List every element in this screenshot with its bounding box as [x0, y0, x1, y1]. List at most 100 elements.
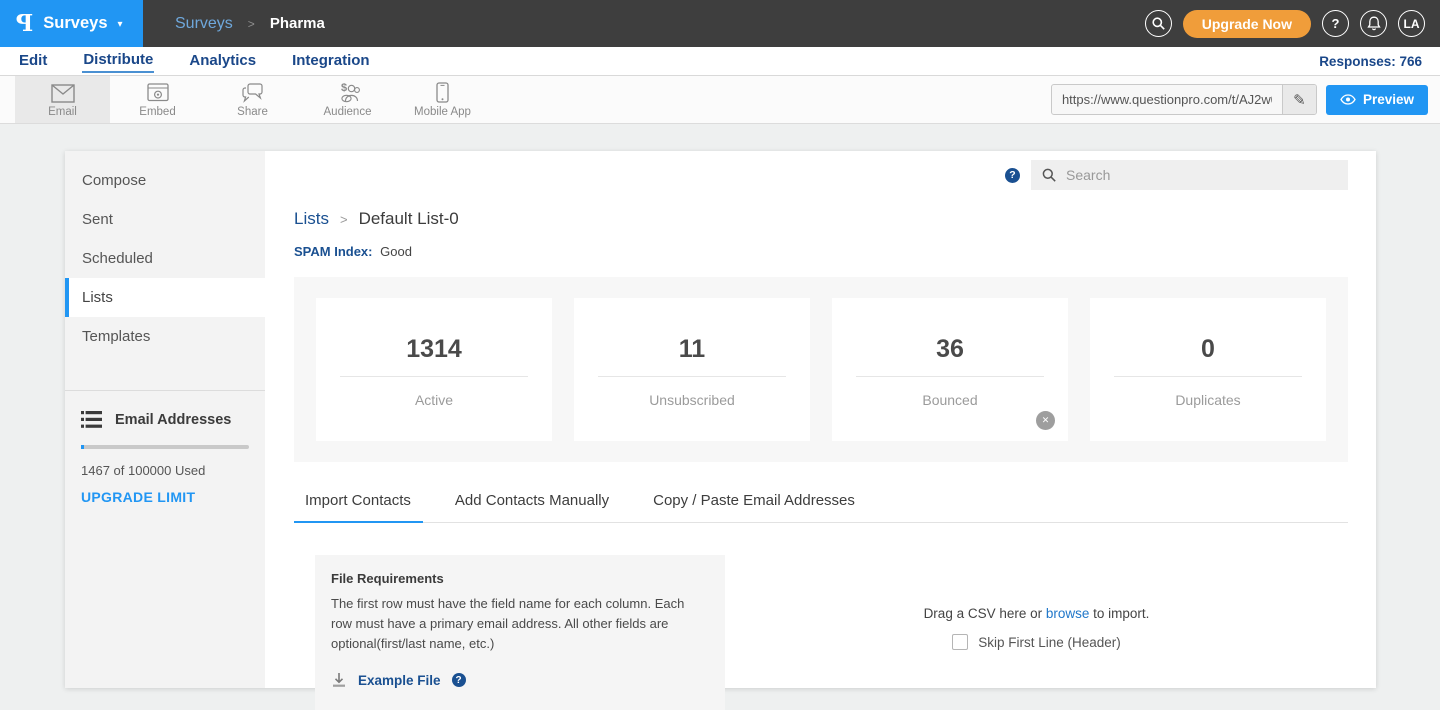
stat-card-active[interactable]: 1314 Active — [316, 298, 552, 441]
email-addresses-header: Email Addresses — [81, 411, 249, 428]
responses-count[interactable]: Responses: 766 — [1319, 54, 1422, 69]
spam-index-value: Good — [380, 244, 412, 259]
search-icon — [1152, 17, 1165, 30]
x-circle-icon: ✕ — [1042, 415, 1050, 426]
example-file-row: Example File ? — [331, 672, 709, 688]
svg-text:$: $ — [341, 82, 347, 94]
help-icon[interactable]: ? — [1005, 168, 1020, 183]
sidebar-item-sent[interactable]: Sent — [65, 200, 265, 239]
questionpro-logo-icon: P — [16, 12, 33, 35]
stat-divider — [340, 376, 528, 377]
breadcrumb-surveys-link[interactable]: Surveys — [175, 15, 233, 33]
search-button[interactable] — [1145, 10, 1172, 37]
upgrade-limit-link[interactable]: UPGRADE LIMIT — [81, 489, 249, 505]
skip-first-line-checkbox[interactable] — [952, 634, 968, 650]
sidebar-item-compose[interactable]: Compose — [65, 161, 265, 200]
stat-value: 11 — [679, 335, 705, 364]
toolbar-item-label: Embed — [139, 106, 175, 118]
embed-window-icon — [147, 82, 169, 103]
stat-card-unsubscribed[interactable]: 11 Unsubscribed — [574, 298, 810, 441]
clear-bounced-button[interactable]: ✕ — [1036, 411, 1055, 430]
drop-text-after: to import. — [1089, 606, 1149, 621]
pencil-icon: ✎ — [1293, 91, 1306, 109]
lists-link[interactable]: Lists — [294, 209, 329, 229]
stat-value: 36 — [936, 335, 964, 364]
tab-copy-paste-email-addresses[interactable]: Copy / Paste Email Addresses — [653, 492, 855, 522]
spam-index-label[interactable]: SPAM Index: — [294, 244, 373, 259]
sidebar-item-templates[interactable]: Templates — [65, 317, 265, 356]
toolbar-item-share[interactable]: Share — [205, 76, 300, 123]
preview-button[interactable]: Preview — [1326, 85, 1428, 115]
bell-icon — [1367, 16, 1381, 31]
browse-link[interactable]: browse — [1046, 606, 1090, 621]
avatar[interactable]: LA — [1398, 10, 1425, 37]
tab-edit[interactable]: Edit — [18, 50, 48, 72]
toolbar-item-audience[interactable]: $ Audience — [300, 76, 395, 123]
example-file-help-icon[interactable]: ? — [452, 673, 466, 687]
search-icon — [1042, 168, 1056, 182]
list-icon — [81, 411, 102, 428]
stat-card-duplicates[interactable]: 0 Duplicates — [1090, 298, 1326, 441]
upgrade-now-button[interactable]: Upgrade Now — [1183, 10, 1311, 38]
header-actions: Upgrade Now ? LA — [1145, 10, 1440, 38]
list-breadcrumb: Lists > Default List-0 — [294, 209, 1348, 229]
usage-progress-fill — [81, 445, 84, 449]
product-menu-label: Surveys — [43, 14, 107, 33]
example-file-link[interactable]: Example File — [358, 673, 441, 688]
tab-analytics[interactable]: Analytics — [188, 50, 257, 72]
survey-nav: Edit Distribute Analytics Integration Re… — [0, 47, 1440, 76]
tab-import-contacts[interactable]: Import Contacts — [305, 492, 411, 522]
csv-drop-zone[interactable]: Drag a CSV here or browse to import. Ski… — [725, 555, 1348, 710]
skip-first-line-label: Skip First Line (Header) — [978, 635, 1121, 650]
notifications-button[interactable] — [1360, 10, 1387, 37]
chevron-down-icon: ▾ — [118, 19, 123, 30]
survey-url-input[interactable] — [1052, 92, 1282, 107]
stat-value: 1314 — [406, 335, 462, 364]
list-stats-panel: 1314 Active 11 Unsubscribed 36 Bounced ✕… — [294, 277, 1348, 462]
download-icon — [331, 672, 347, 688]
usage-progress-bar — [81, 445, 249, 449]
import-contacts-panel: File Requirements The first row must hav… — [294, 555, 1348, 710]
envelope-icon — [51, 82, 75, 103]
preview-button-label: Preview — [1363, 92, 1414, 107]
survey-url-area: ✎ Preview — [1051, 76, 1440, 123]
sidebar-item-scheduled[interactable]: Scheduled — [65, 239, 265, 278]
contact-search-box — [1031, 160, 1348, 190]
email-sidebar: Compose Sent Scheduled Lists Templates E… — [65, 151, 265, 688]
page-background: Compose Sent Scheduled Lists Templates E… — [0, 124, 1440, 688]
sidebar-item-lists[interactable]: Lists — [65, 278, 265, 317]
tab-integration[interactable]: Integration — [291, 50, 371, 72]
file-requirements-body: The first row must have the field name f… — [331, 594, 686, 654]
tab-distribute[interactable]: Distribute — [82, 49, 154, 73]
spam-index-row: SPAM Index: Good — [294, 244, 1348, 259]
toolbar-item-embed[interactable]: Embed — [110, 76, 205, 123]
toolbar-item-label: Share — [237, 106, 268, 118]
skip-first-line-row: Skip First Line (Header) — [952, 634, 1121, 650]
help-button[interactable]: ? — [1322, 10, 1349, 37]
file-requirements-box: File Requirements The first row must hav… — [315, 555, 725, 710]
stat-divider — [1114, 376, 1302, 377]
stat-label: Bounced — [922, 392, 977, 408]
breadcrumb: Surveys > Pharma — [175, 15, 325, 33]
audience-icon: $ — [335, 82, 361, 103]
contact-search-input[interactable] — [1064, 166, 1337, 184]
lists-card: Compose Sent Scheduled Lists Templates E… — [65, 151, 1376, 688]
app-header: P Surveys ▾ Surveys > Pharma Upgrade Now… — [0, 0, 1440, 47]
toolbar-item-label: Email — [48, 106, 77, 118]
breadcrumb-separator: > — [248, 17, 255, 31]
survey-url-field: ✎ — [1051, 84, 1317, 115]
toolbar-item-email[interactable]: Email — [15, 76, 110, 123]
edit-url-button[interactable]: ✎ — [1282, 84, 1316, 115]
toolbar-item-mobile-app[interactable]: Mobile App — [395, 76, 490, 123]
share-bubbles-icon — [241, 82, 265, 103]
stat-label: Unsubscribed — [649, 392, 735, 408]
product-switcher[interactable]: P Surveys ▾ — [0, 0, 143, 47]
question-mark-icon: ? — [1332, 16, 1340, 31]
toolbar-item-label: Mobile App — [414, 106, 471, 118]
toolbar-item-label: Audience — [324, 106, 372, 118]
tab-add-contacts-manually[interactable]: Add Contacts Manually — [455, 492, 609, 522]
drop-instruction: Drag a CSV here or browse to import. — [924, 606, 1150, 621]
stat-card-bounced[interactable]: 36 Bounced ✕ — [832, 298, 1068, 441]
distribute-toolbar: Email Embed Share $ Audience Mobile App … — [0, 76, 1440, 124]
eye-icon — [1340, 94, 1356, 105]
